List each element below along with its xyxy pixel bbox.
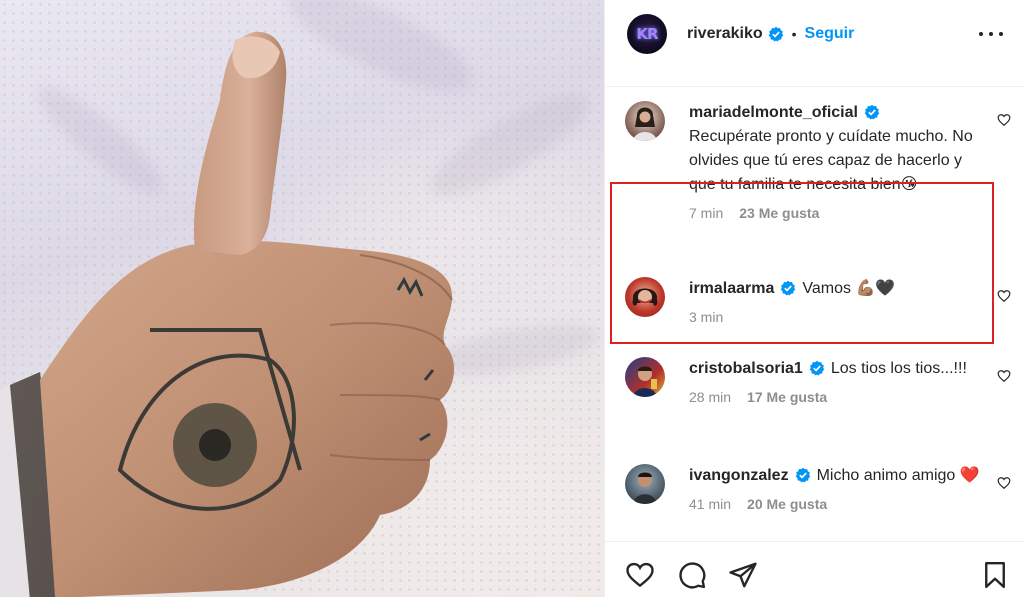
- comment-likes[interactable]: 20 Me gusta: [747, 496, 827, 512]
- follow-button[interactable]: Seguir: [805, 25, 855, 43]
- comment-item: ivangonzalez Micho animo amigo ❤️ 41 min…: [625, 464, 1024, 541]
- author-avatar[interactable]: KR: [627, 14, 667, 54]
- comment-username[interactable]: mariadelmonte_oficial: [689, 104, 858, 121]
- comment-body: mariadelmonte_oficial Recupérate pronto …: [689, 101, 989, 223]
- comment-time[interactable]: 7 min: [689, 205, 723, 221]
- author-username[interactable]: riverakiko: [687, 25, 763, 43]
- comment-meta: 28 min 17 Me gusta: [689, 387, 989, 407]
- comment-time[interactable]: 3 min: [689, 309, 723, 325]
- comment-meta: 7 min 23 Me gusta: [689, 203, 989, 223]
- commenter-photo: [632, 288, 658, 306]
- comment-text: Recupérate pronto y cuídate mucho. No ol…: [689, 128, 973, 193]
- share-icon[interactable]: [728, 560, 758, 590]
- comment-item: irmalaarma Vamos 💪🏽🖤 3 min: [625, 277, 1024, 347]
- verified-badge-icon: [768, 26, 783, 42]
- post-side-panel: KR riverakiko • Seguir mariadelmonte_ofi…: [604, 0, 1024, 597]
- heart-icon[interactable]: [997, 476, 1011, 490]
- comment-time[interactable]: 41 min: [689, 496, 731, 512]
- post-action-bar: [605, 541, 1024, 597]
- verified-badge-icon: [809, 360, 825, 376]
- post-photo[interactable]: [0, 0, 604, 597]
- commenter-avatar[interactable]: [625, 277, 665, 317]
- comment-meta: 3 min: [689, 307, 989, 327]
- comment-username[interactable]: cristobalsoria1: [689, 360, 803, 377]
- heart-icon[interactable]: [997, 113, 1011, 127]
- comment-item: mariadelmonte_oficial Recupérate pronto …: [625, 101, 1024, 251]
- author-avatar-initials: KR: [636, 25, 658, 43]
- commenter-photo: [633, 472, 657, 504]
- commenter-avatar[interactable]: [625, 101, 665, 141]
- more-options-icon[interactable]: [979, 24, 1003, 44]
- thumbs-up-hand-illustration: [0, 31, 455, 597]
- like-heart-icon[interactable]: [625, 560, 655, 590]
- comment-item: cristobalsoria1 Los tios los tios...!!! …: [625, 357, 1024, 447]
- comment-likes[interactable]: 23 Me gusta: [739, 205, 819, 221]
- comment-body: cristobalsoria1 Los tios los tios...!!! …: [689, 357, 989, 407]
- heart-icon[interactable]: [997, 289, 1011, 303]
- commenter-photo: [633, 366, 657, 397]
- comment-icon[interactable]: [677, 560, 707, 590]
- comment-time[interactable]: 28 min: [689, 389, 731, 405]
- commenter-photo: [633, 107, 657, 141]
- commenter-avatar[interactable]: [625, 464, 665, 504]
- commenter-avatar[interactable]: [625, 357, 665, 397]
- comments-list[interactable]: mariadelmonte_oficial Recupérate pronto …: [605, 86, 1024, 541]
- comment-text: Vamos 💪🏽🖤: [802, 280, 896, 297]
- comment-meta: 41 min 20 Me gusta: [689, 494, 989, 514]
- header-separator: •: [791, 26, 797, 42]
- bookmark-icon[interactable]: [980, 560, 1010, 590]
- verified-badge-icon: [781, 280, 796, 296]
- comment-body: ivangonzalez Micho animo amigo ❤️ 41 min…: [689, 464, 989, 514]
- comment-username[interactable]: ivangonzalez: [689, 467, 789, 484]
- verified-badge-icon: [795, 467, 810, 483]
- comment-likes[interactable]: 17 Me gusta: [747, 389, 827, 405]
- comment-text: Los tios los tios...!!!: [830, 360, 967, 377]
- comment-username[interactable]: irmalaarma: [689, 280, 774, 297]
- comment-text: Micho animo amigo ❤️: [816, 467, 980, 484]
- verified-badge-icon: [864, 104, 880, 120]
- comment-body: irmalaarma Vamos 💪🏽🖤 3 min: [689, 277, 989, 327]
- heart-icon[interactable]: [997, 369, 1011, 383]
- post-header: KR riverakiko • Seguir: [605, 0, 1024, 68]
